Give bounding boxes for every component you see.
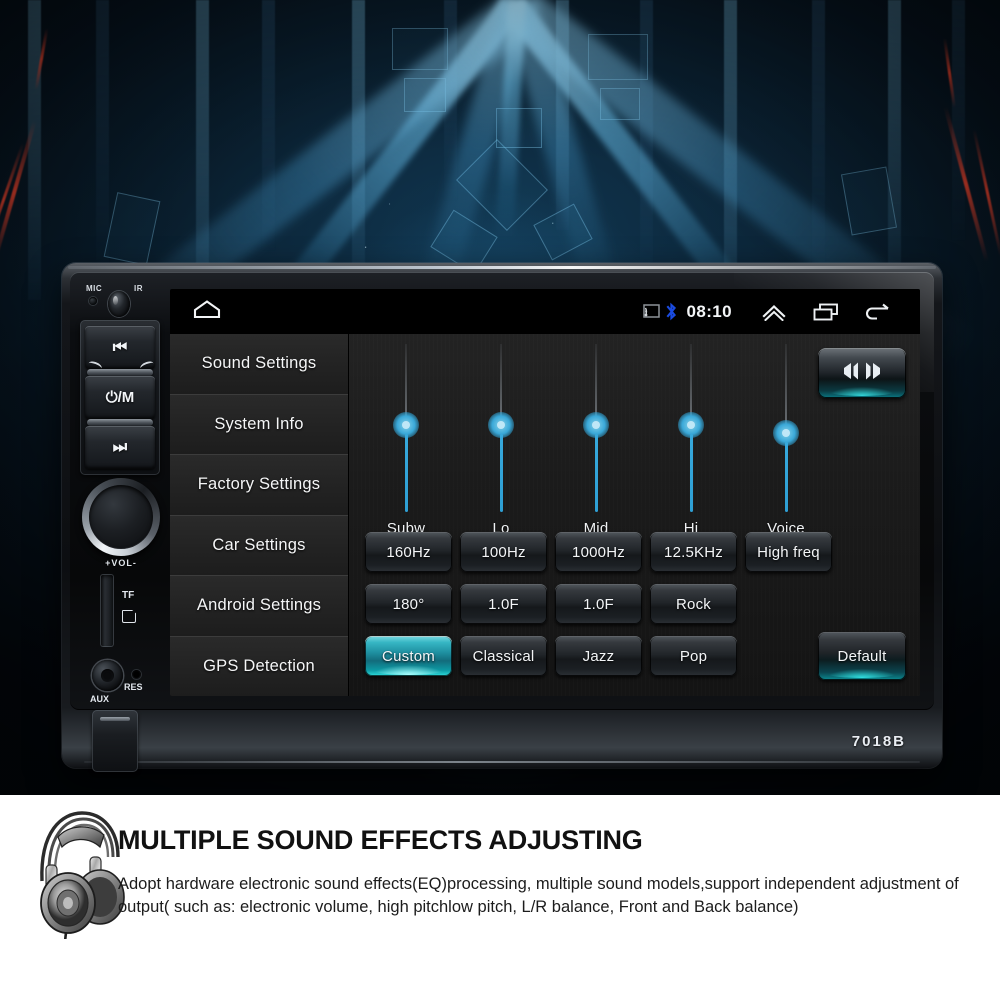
- eq-button-rear-1-0f[interactable]: 1.0F: [555, 584, 642, 624]
- stage-truss-column: [96, 0, 109, 270]
- headphones-photo: [28, 807, 126, 948]
- eq-button-1000hz[interactable]: 1000Hz: [555, 532, 642, 572]
- stage-truss-column: [888, 0, 901, 300]
- eq-button-160hz[interactable]: 160Hz: [365, 532, 452, 572]
- status-bar-clock: 08:10: [686, 301, 732, 321]
- aux-jack-port[interactable]: [92, 660, 123, 691]
- mic-label: MIC: [86, 284, 103, 293]
- ir-label: IR: [134, 284, 143, 293]
- eq-button-100hz[interactable]: 100Hz: [460, 532, 547, 572]
- device-bottom-edge: [84, 761, 920, 763]
- cast-icon: [642, 304, 660, 319]
- eq-button-12-5khz[interactable]: 12.5KHz: [650, 532, 737, 572]
- sidebar-item-gps-detection[interactable]: GPS Detection: [170, 636, 348, 696]
- reset-label: RES: [124, 682, 143, 692]
- tf-card-slot[interactable]: [100, 574, 114, 647]
- hardware-control-column: MIC IR ⏮ ⏻/M ⏭ +VOL- TF AUX RES: [78, 278, 164, 772]
- tf-label: TF: [122, 590, 135, 601]
- eq-button-rock[interactable]: Rock: [650, 584, 737, 624]
- slider-track-upper: [785, 344, 787, 428]
- button-divider: [87, 419, 153, 426]
- sidebar-item-android-settings[interactable]: Android Settings: [170, 576, 348, 637]
- reset-pinhole[interactable]: [132, 670, 141, 679]
- promo-title: MULTIPLE SOUND EFFECTS ADJUSTING: [118, 825, 643, 855]
- eq-button-180deg[interactable]: 180°: [365, 584, 452, 624]
- home-icon[interactable]: [192, 298, 222, 325]
- mic-ir-row: MIC IR: [82, 284, 162, 317]
- ir-receiver-icon: [108, 291, 130, 317]
- power-mode-button[interactable]: ⏻/M: [85, 376, 155, 419]
- eq-button-jazz[interactable]: Jazz: [555, 636, 642, 676]
- device-top-edge: [68, 266, 936, 269]
- balance-fader-button[interactable]: [818, 348, 906, 398]
- android-status-bar: 08:10: [170, 289, 920, 334]
- slider-track-upper: [405, 344, 407, 420]
- hardware-button-stack: ⏮ ⏻/M ⏭: [80, 320, 160, 475]
- slider-track-filled: [404, 434, 408, 512]
- settings-sidebar: Sound Settings System Info Factory Setti…: [170, 334, 348, 696]
- equalizer-sliders: Subw Lo Mid Hi Voice: [349, 334, 920, 537]
- sidebar-item-system-info[interactable]: System Info: [170, 394, 348, 455]
- slider-track-filled: [499, 434, 503, 512]
- next-track-button[interactable]: ⏭: [85, 426, 155, 469]
- stage-truss-column: [28, 0, 41, 300]
- volume-knob[interactable]: [78, 476, 164, 562]
- eq-button-pop[interactable]: Pop: [650, 636, 737, 676]
- panel-release-tab[interactable]: [92, 710, 138, 772]
- slider-track-filled: [594, 434, 598, 512]
- promo-section: MULTIPLE SOUND EFFECTS ADJUSTING Adopt h…: [0, 795, 1000, 1000]
- recents-icon[interactable]: [800, 302, 852, 322]
- eq-button-default[interactable]: Default: [818, 632, 906, 680]
- equalizer-panel: Subw Lo Mid Hi Voice 160Hz 100Hz 1000Hz …: [348, 334, 920, 696]
- slider-track-upper: [690, 344, 692, 420]
- slider-track-filled: [689, 434, 693, 512]
- sidebar-item-factory-settings[interactable]: Factory Settings: [170, 455, 348, 516]
- volume-label: +VOL-: [105, 558, 137, 568]
- stage-truss-column: [952, 0, 965, 240]
- sidebar-item-car-settings[interactable]: Car Settings: [170, 515, 348, 576]
- car-stereo-device: 7018B MIC IR ⏮ ⏻/M ⏭ +VOL- TF AUX RES 08…: [62, 263, 942, 772]
- eq-button-high-freq[interactable]: High freq: [745, 532, 832, 572]
- eq-button-custom[interactable]: Custom: [365, 636, 452, 676]
- eq-button-classical[interactable]: Classical: [460, 636, 547, 676]
- volume-knob-face: [89, 485, 153, 549]
- sd-card-icon: [122, 610, 136, 623]
- eq-preset-grid: 160Hz 100Hz 1000Hz 12.5KHz High freq 180…: [349, 524, 920, 696]
- aux-label: AUX: [90, 694, 110, 704]
- slider-track-upper: [595, 344, 597, 420]
- page-root: 7018B MIC IR ⏮ ⏻/M ⏭ +VOL- TF AUX RES 08…: [0, 0, 1000, 1000]
- touchscreen-display: 08:10 Sound Settings System Info Factory…: [170, 289, 920, 696]
- promo-description: Adopt hardware electronic sound effects(…: [118, 875, 959, 917]
- sidebar-item-sound-settings[interactable]: Sound Settings: [170, 334, 348, 395]
- device-face: MIC IR ⏮ ⏻/M ⏭ +VOL- TF AUX RES 08:10 So…: [70, 272, 934, 772]
- bluetooth-icon: [665, 302, 678, 321]
- back-arrow-icon[interactable]: [852, 302, 904, 322]
- device-model-label: 7018B: [851, 733, 906, 750]
- chevron-up-icon[interactable]: [748, 303, 800, 321]
- screen-content: Sound Settings System Info Factory Setti…: [170, 334, 920, 696]
- eq-button-front-1-0f[interactable]: 1.0F: [460, 584, 547, 624]
- slider-track-upper: [500, 344, 502, 420]
- balance-fader-icon: [842, 360, 882, 387]
- microphone-icon: [89, 297, 97, 305]
- status-bar-right-cluster: 08:10: [642, 301, 920, 322]
- slider-track-filled: [784, 442, 788, 512]
